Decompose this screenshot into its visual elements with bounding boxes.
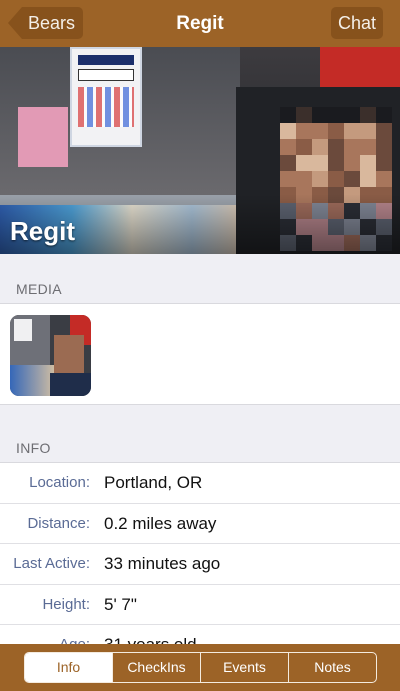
navigation-bar: Bears Regit Chat (0, 0, 400, 47)
segmented-control: Info CheckIns Events Notes (24, 652, 377, 683)
media-row (0, 303, 400, 405)
info-row-height: Height: 5' 7" (0, 585, 400, 625)
mosaic-cell (280, 107, 296, 123)
mosaic-cell (312, 155, 328, 171)
mosaic-cell (344, 155, 360, 171)
mosaic-cell (376, 155, 392, 171)
mosaic-cell (328, 155, 344, 171)
mosaic-cell (360, 171, 376, 187)
info-table: Location: Portland, OR Distance: 0.2 mil… (0, 462, 400, 666)
tab-checkins[interactable]: CheckIns (112, 653, 200, 682)
mosaic-cell (360, 123, 376, 139)
mosaic-cell (328, 107, 344, 123)
mosaic-cell (280, 155, 296, 171)
mosaic-cell (280, 139, 296, 155)
mosaic-cell (312, 123, 328, 139)
info-value: Portland, OR (104, 473, 203, 492)
mosaic-cell (376, 171, 392, 187)
tab-notes[interactable]: Notes (288, 653, 376, 682)
photo-pink-prize (18, 107, 68, 167)
mosaic-cell (328, 123, 344, 139)
mosaic-cell (344, 171, 360, 187)
mosaic-cell (344, 107, 360, 123)
mosaic-cell (296, 155, 312, 171)
info-row-location: Location: Portland, OR (0, 463, 400, 504)
mosaic-cell (360, 155, 376, 171)
mosaic-cell (344, 139, 360, 155)
mosaic-cell (360, 107, 376, 123)
info-label: Last Active: (13, 555, 90, 572)
mosaic-cell (280, 171, 296, 187)
tab-info[interactable]: Info (25, 653, 112, 682)
info-label: Distance: (27, 514, 90, 532)
mosaic-cell (312, 139, 328, 155)
mosaic-cell (296, 171, 312, 187)
mosaic-cell (312, 171, 328, 187)
mosaic-cell (296, 107, 312, 123)
mosaic-cell (328, 139, 344, 155)
back-button[interactable]: Bears (8, 7, 84, 39)
back-arrow-icon (8, 7, 22, 39)
tab-events[interactable]: Events (200, 653, 288, 682)
info-row-distance: Distance: 0.2 miles away (0, 504, 400, 544)
info-label: Height: (42, 595, 90, 613)
mosaic-cell (376, 107, 392, 123)
info-row-last-active: Last Active: 33 minutes ago (0, 544, 400, 585)
mosaic-cell (312, 107, 328, 123)
info-section-header: INFO (16, 440, 51, 456)
media-thumbnail[interactable] (10, 315, 91, 396)
mosaic-cell (376, 139, 392, 155)
profile-name: Regit (10, 216, 75, 246)
chat-button[interactable]: Chat (330, 7, 383, 39)
mosaic-cell (296, 139, 312, 155)
info-value: 33 minutes ago (104, 554, 221, 573)
mosaic-cell (360, 139, 376, 155)
mosaic-cell (296, 123, 312, 139)
back-button-label: Bears (22, 7, 84, 39)
photo-poster (70, 47, 142, 147)
mosaic-cell (328, 171, 344, 187)
info-value: 0.2 miles away (104, 513, 217, 533)
info-label: Location: (29, 474, 90, 491)
media-section-header: MEDIA (16, 281, 62, 297)
bottom-tab-bar: Info CheckIns Events Notes (0, 644, 400, 691)
mosaic-cell (376, 123, 392, 139)
info-value: 5' 7" (104, 594, 137, 614)
mosaic-cell (280, 123, 296, 139)
mosaic-cell (344, 123, 360, 139)
